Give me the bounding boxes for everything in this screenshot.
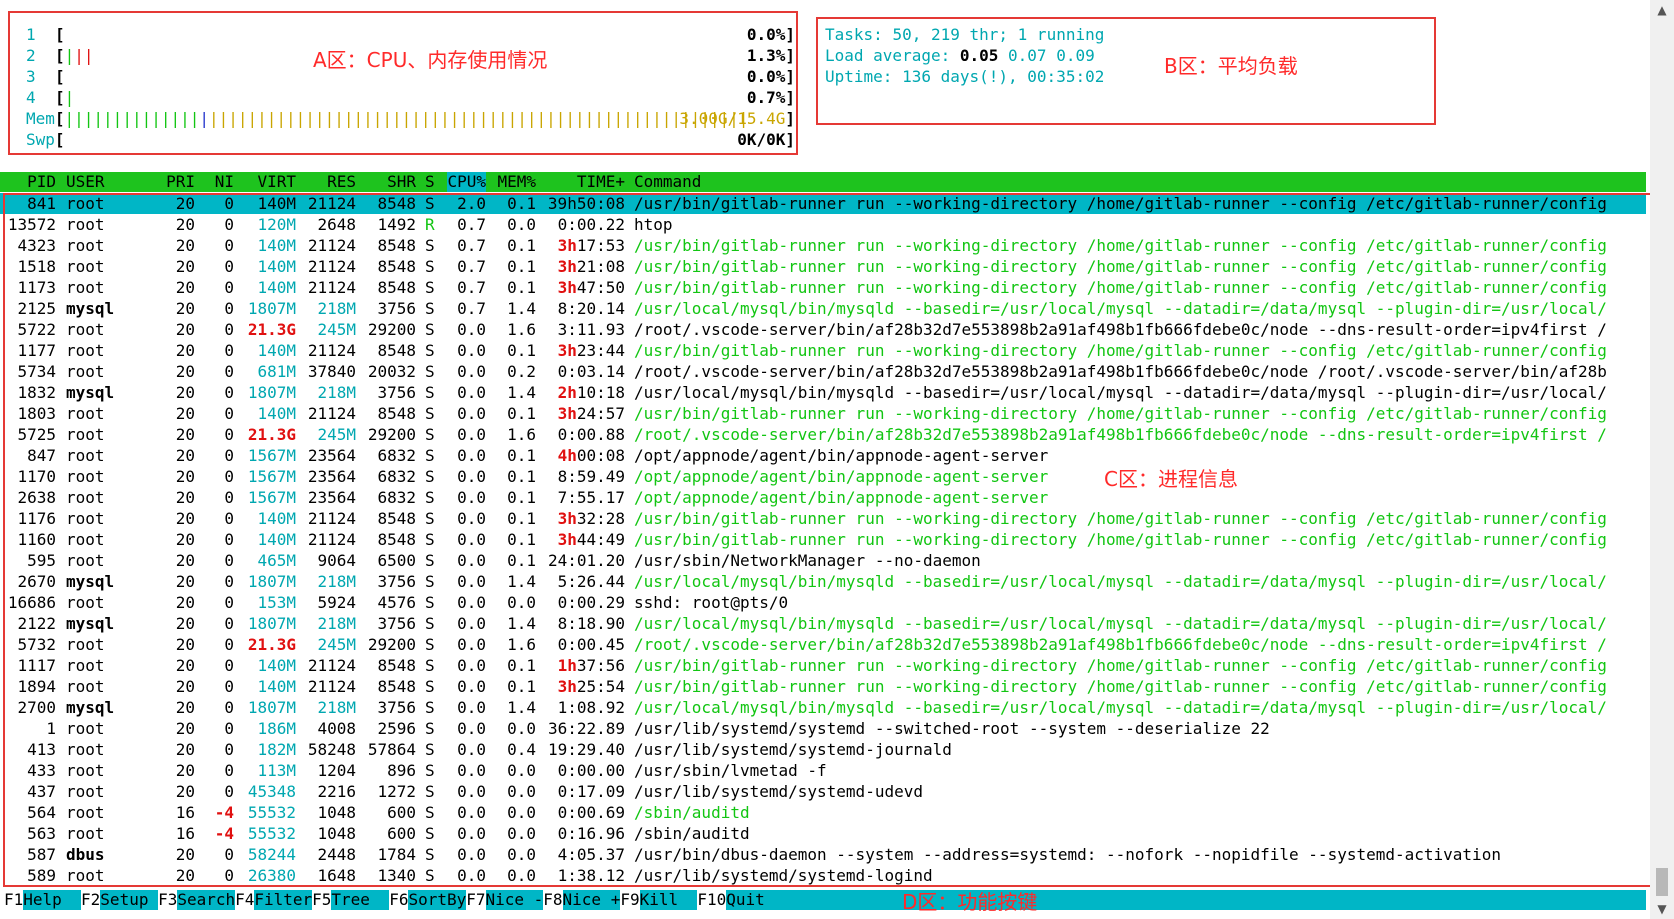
function-key-f6: F6 xyxy=(389,890,409,909)
function-key-f2-label[interactable]: Setup xyxy=(100,890,159,910)
column-header-pri[interactable]: PRI xyxy=(166,172,195,192)
annotation-c: C区：进程信息 xyxy=(1104,467,1238,491)
function-key-f8-label[interactable]: Nice + xyxy=(562,890,621,910)
function-key-f3: F3 xyxy=(158,890,178,909)
function-key-f6-label[interactable]: SortBy xyxy=(408,890,467,910)
scroll-down-arrow-icon[interactable]: ▼ xyxy=(1650,899,1674,919)
function-key-f2: F2 xyxy=(81,890,101,909)
function-key-f8: F8 xyxy=(543,890,563,909)
function-key-f4-label[interactable]: Filter xyxy=(254,890,313,910)
column-header-cpu[interactable]: CPU% xyxy=(447,172,486,192)
scrollbar-thumb[interactable] xyxy=(1656,868,1668,896)
column-header-command[interactable]: Command xyxy=(634,172,701,192)
region-b-box xyxy=(816,17,1436,125)
column-header-s[interactable]: S xyxy=(425,172,435,192)
terminal-scrollbar[interactable]: ▲ ▼ xyxy=(1650,0,1674,919)
column-header-virt[interactable]: VIRT xyxy=(257,172,296,192)
function-key-f7: F7 xyxy=(466,890,486,909)
function-key-f9: F9 xyxy=(620,890,640,909)
function-key-f5-label[interactable]: Tree xyxy=(331,890,390,910)
scroll-up-arrow-icon[interactable]: ▲ xyxy=(1650,0,1674,20)
function-key-f1-label[interactable]: Help xyxy=(23,890,82,910)
annotation-d: D区：功能按键 xyxy=(902,890,1038,914)
annotation-b: B区：平均负载 xyxy=(1164,54,1298,78)
function-key-f1: F1 xyxy=(4,890,24,909)
column-header-res[interactable]: RES xyxy=(327,172,356,192)
function-key-f7-label[interactable]: Nice - xyxy=(485,890,544,910)
column-header-ni[interactable]: NI xyxy=(215,172,234,192)
function-key-f10: F10 xyxy=(697,890,727,909)
annotation-a: A区：CPU、内存使用情况 xyxy=(313,48,548,72)
function-key-f9-label[interactable]: Kill xyxy=(639,890,698,910)
region-a-box xyxy=(8,11,798,155)
function-key-f4: F4 xyxy=(235,890,255,909)
column-header-shr[interactable]: SHR xyxy=(387,172,416,192)
region-c-box xyxy=(3,193,1658,887)
column-header-mem[interactable]: MEM% xyxy=(497,172,536,192)
column-header-pid[interactable]: PID xyxy=(27,172,56,192)
function-key-f5: F5 xyxy=(312,890,332,909)
process-table-header: PID USER PRI NI VIRT RES SHR S CPU% MEM% TIME+ Comm… xyxy=(0,172,1646,192)
column-header-time[interactable]: TIME+ xyxy=(577,172,625,192)
column-header-user[interactable]: USER xyxy=(66,172,105,192)
function-key-f3-label[interactable]: Search xyxy=(177,890,236,910)
function-key-f10-label[interactable]: Quit xyxy=(726,890,785,910)
